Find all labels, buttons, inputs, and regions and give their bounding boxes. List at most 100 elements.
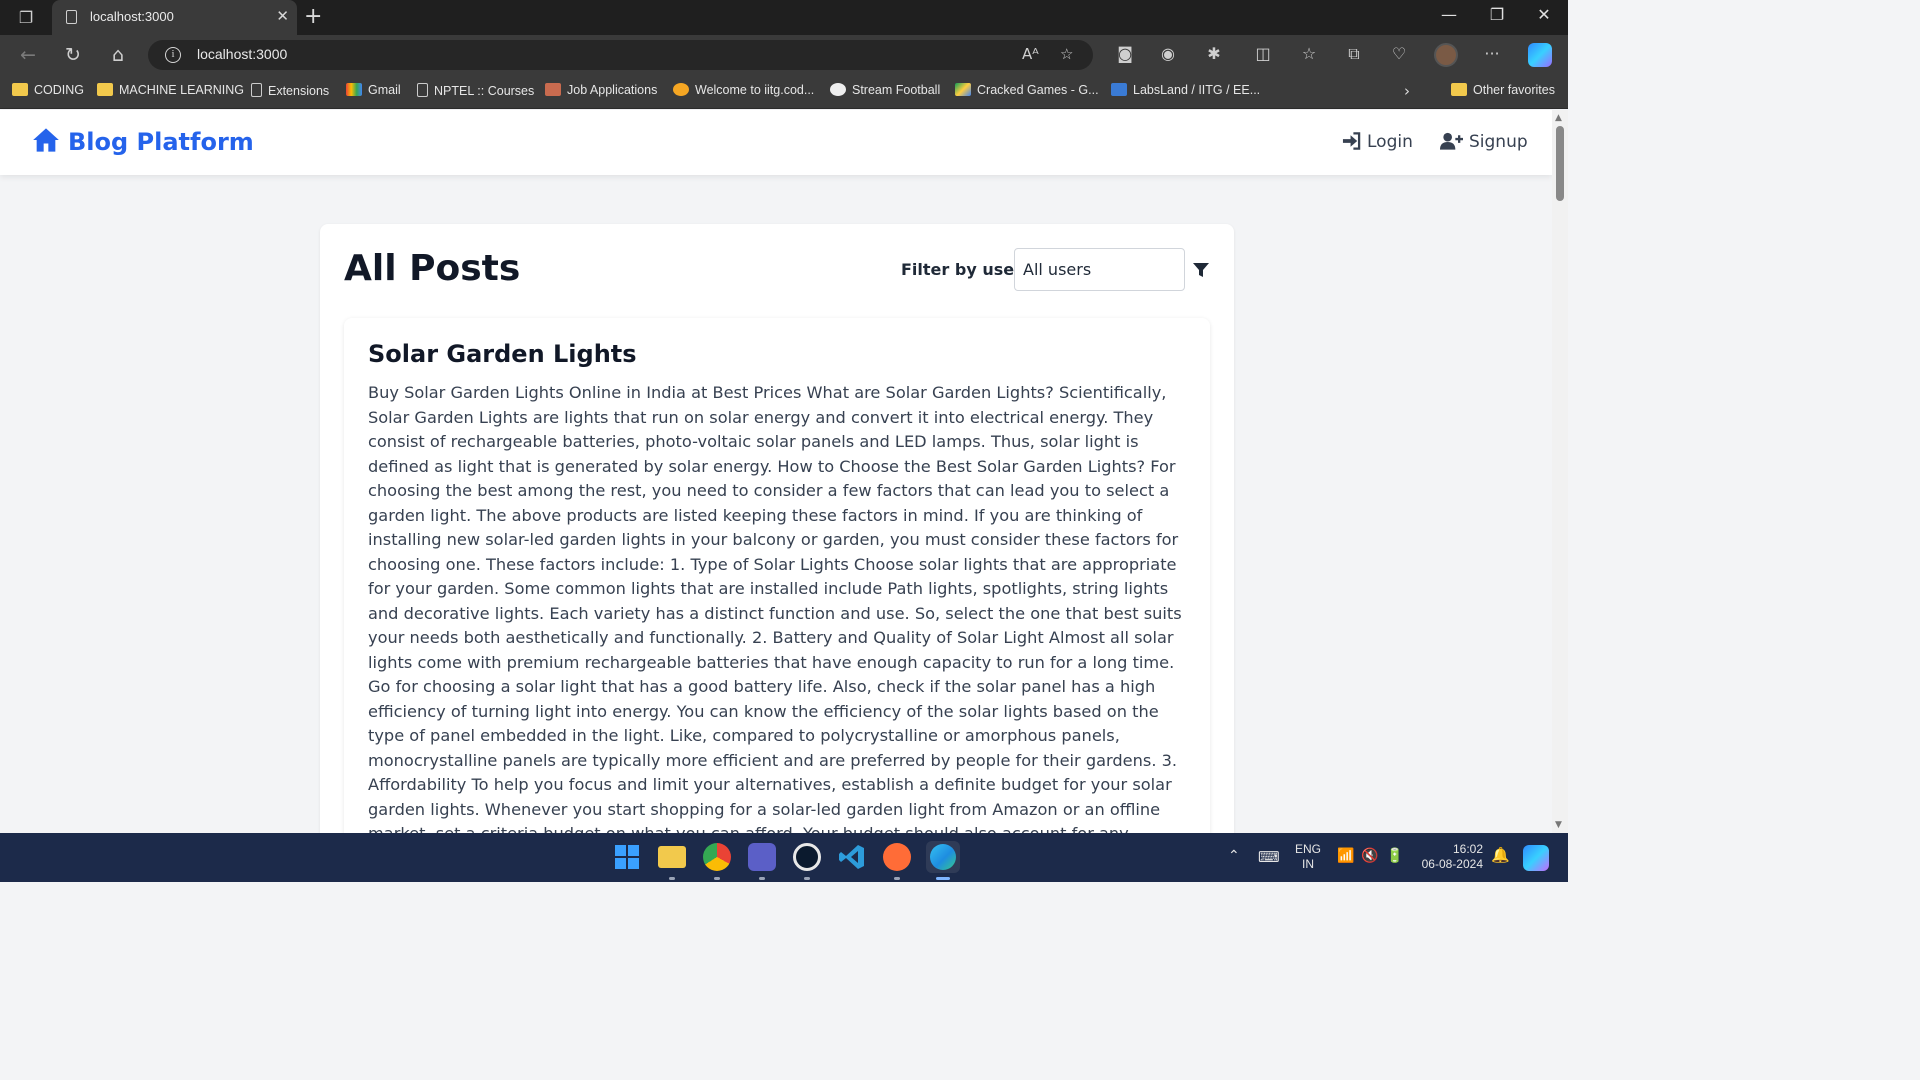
folder-icon: [1451, 83, 1467, 96]
post-title[interactable]: Solar Garden Lights: [368, 340, 637, 368]
refresh-icon[interactable]: ↻: [61, 44, 85, 68]
browser-titlebar: ❐ localhost:3000 ✕ + — ❐ ✕: [0, 0, 1568, 35]
region-code: IN: [1302, 857, 1314, 871]
url-text[interactable]: localhost:3000: [197, 46, 287, 62]
favorite-item[interactable]: CODING: [12, 83, 84, 97]
other-favorites[interactable]: Other favorites: [1451, 83, 1555, 97]
scrollbar-thumb[interactable]: [1556, 126, 1564, 201]
back-icon[interactable]: ←: [16, 44, 40, 68]
new-tab-icon[interactable]: +: [304, 4, 322, 30]
teams-icon[interactable]: [748, 843, 776, 871]
scroll-up-icon[interactable]: ▲: [1555, 113, 1562, 123]
favorite-label: Cracked Games - G...: [977, 83, 1099, 97]
favorite-label: Extensions: [268, 84, 330, 98]
favorite-item[interactable]: Job Applications: [545, 83, 657, 97]
favorite-label: MACHINE LEARNING: [119, 83, 245, 97]
sun-icon: [673, 83, 689, 96]
user-plus-icon: [1440, 132, 1463, 150]
favorite-label: CODING: [34, 83, 84, 97]
page-icon: [251, 83, 262, 97]
app-header: Blog Platform Login Signup: [0, 110, 1552, 175]
battery-icon[interactable]: 🔋: [1386, 847, 1403, 864]
close-tab-icon[interactable]: ✕: [276, 7, 289, 25]
edge-taskbar-button[interactable]: [926, 841, 960, 873]
volume-muted-icon[interactable]: 🔇: [1361, 847, 1378, 864]
read-aloud-icon[interactable]: Aᴬ: [1022, 45, 1039, 63]
windows-start-icon[interactable]: [613, 843, 641, 871]
favorite-label: Gmail: [368, 83, 401, 97]
favorite-star-icon[interactable]: ☆: [1060, 45, 1073, 63]
post-body: Buy Solar Garden Lights Online in India …: [368, 383, 1182, 843]
favorite-item[interactable]: NPTEL :: Courses: [417, 83, 534, 98]
post-card[interactable]: Solar Garden Lights Buy Solar Garden Lig…: [344, 318, 1210, 848]
login-link[interactable]: Login: [1342, 132, 1413, 152]
browser-essentials-icon[interactable]: ♡: [1387, 44, 1411, 63]
collections-icon[interactable]: ⧉: [1342, 44, 1366, 64]
extension-icon[interactable]: ◙: [1113, 44, 1137, 63]
favorite-item[interactable]: Gmail: [346, 83, 401, 97]
mongodb-compass-icon[interactable]: [793, 843, 821, 871]
postman-icon[interactable]: [883, 843, 911, 871]
favorites-bar: CODING MACHINE LEARNING Extensions Gmail…: [0, 75, 1568, 109]
home-icon[interactable]: ⌂: [106, 44, 130, 68]
favorite-item[interactable]: Extensions: [251, 83, 329, 98]
address-bar[interactable]: i localhost:3000 Aᴬ ☆: [148, 40, 1093, 70]
file-explorer-icon[interactable]: [658, 846, 686, 868]
close-window-icon[interactable]: ✕: [1521, 5, 1567, 24]
favorite-label: Job Applications: [567, 83, 658, 97]
favorite-label: NPTEL :: Courses: [434, 84, 535, 98]
extensions-puzzle-icon[interactable]: ✱: [1202, 44, 1226, 63]
signup-link[interactable]: Signup: [1440, 132, 1528, 152]
extension-icon[interactable]: ◉: [1156, 44, 1180, 63]
brand-title: Blog Platform: [68, 128, 254, 156]
vscode-icon[interactable]: [838, 843, 866, 871]
scroll-down-icon[interactable]: ▼: [1555, 820, 1562, 830]
chevron-right-icon[interactable]: ›: [1404, 82, 1410, 100]
chevron-up-icon[interactable]: ⌃: [1228, 847, 1240, 864]
favorite-item[interactable]: Stream Football: [830, 83, 940, 97]
football-icon: [830, 83, 846, 96]
filter-icon[interactable]: [1192, 261, 1210, 279]
page-scrollbar[interactable]: [1552, 110, 1568, 833]
brand-link[interactable]: Blog Platform: [32, 127, 254, 156]
labsland-icon: [1111, 83, 1127, 96]
page-icon: [417, 83, 428, 97]
favorite-label: Stream Football: [852, 83, 941, 97]
job-icon: [545, 83, 561, 96]
home-icon: [33, 128, 59, 152]
restore-icon[interactable]: ❐: [1474, 5, 1520, 24]
browser-tab[interactable]: localhost:3000 ✕: [52, 0, 297, 35]
favorites-icon[interactable]: ☆: [1297, 44, 1321, 63]
favorite-item[interactable]: Cracked Games - G...: [955, 83, 1099, 97]
browser-toolbar: ← ↻ ⌂ i localhost:3000 Aᴬ ☆ ◙ ◉ ✱ ◫ ☆ ⧉ …: [0, 35, 1568, 75]
language-indicator[interactable]: ENG IN: [1295, 842, 1321, 872]
favorite-item[interactable]: Welcome to iitg.cod...: [673, 83, 814, 97]
favorite-item[interactable]: MACHINE LEARNING: [97, 83, 244, 97]
keyboard-icon[interactable]: ⌨: [1258, 848, 1280, 866]
signup-label: Signup: [1469, 132, 1528, 152]
notification-bell-icon[interactable]: 🔔: [1491, 846, 1510, 864]
more-menu-icon[interactable]: ···: [1480, 44, 1504, 63]
user-filter-select[interactable]: All users: [1014, 248, 1185, 291]
filter-label: Filter by user:: [901, 260, 1029, 279]
page-icon: [66, 10, 77, 24]
wifi-icon[interactable]: 📶: [1337, 847, 1354, 864]
copilot-icon[interactable]: [1528, 43, 1552, 67]
app-running-indicator: [804, 877, 810, 880]
favorite-label: LabsLand / IITG / EE...: [1133, 83, 1261, 97]
app-running-indicator: [759, 877, 765, 880]
info-icon[interactable]: i: [165, 47, 181, 63]
minimize-icon[interactable]: —: [1426, 5, 1472, 24]
chrome-icon[interactable]: [703, 843, 731, 871]
page-title: All Posts: [344, 248, 521, 289]
favorite-item[interactable]: LabsLand / IITG / EE...: [1111, 83, 1260, 97]
tab-actions-icon[interactable]: ❐: [10, 6, 42, 30]
profile-avatar[interactable]: [1434, 43, 1458, 67]
drive-icon: [955, 83, 971, 96]
app-running-indicator: [714, 877, 720, 880]
clock[interactable]: 16:02 06-08-2024: [1419, 842, 1483, 872]
split-screen-icon[interactable]: ◫: [1251, 44, 1275, 63]
login-label: Login: [1367, 132, 1413, 152]
edge-icon: [930, 844, 956, 870]
copilot-taskbar-icon[interactable]: [1523, 845, 1549, 871]
